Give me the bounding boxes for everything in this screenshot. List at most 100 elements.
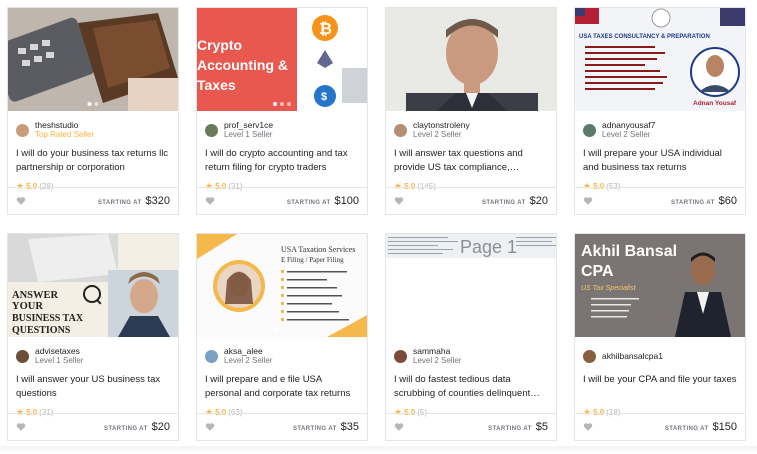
card-footer: STARTING AT $35 <box>197 413 367 440</box>
gig-card[interactable]: claytonstroleny Level 2 Seller I will an… <box>385 7 557 215</box>
heart-icon[interactable] <box>205 422 215 432</box>
seller-name[interactable]: theshstudio <box>35 120 94 130</box>
heart-icon[interactable] <box>394 422 404 432</box>
thumb-text: Akhil Bansal <box>581 243 677 260</box>
seller-name[interactable]: aksa_alee <box>224 346 272 356</box>
gig-title[interactable]: I will answer your US business tax quest… <box>8 367 178 405</box>
card-footer: STARTING AT $60 <box>575 187 745 214</box>
crypto-accounting-image: Crypto Accounting & Taxes ₿ $ <box>197 8 367 111</box>
card-footer: STARTING AT $20 <box>8 413 178 440</box>
gig-card[interactable]: USA Taxation Services E Filing / Paper F… <box>196 233 368 441</box>
avatar[interactable] <box>583 349 596 363</box>
thumb-text: YOUR <box>12 301 43 312</box>
thumb-text: CPA <box>581 263 614 280</box>
cpa-portrait-image: Akhil Bansal CPA US Tax Specialist <box>575 234 745 337</box>
price: $60 <box>718 195 737 207</box>
seller-level: Top Rated Seller <box>35 130 95 139</box>
starting-at-label: STARTING AT <box>671 200 715 206</box>
portrait-image <box>386 8 556 111</box>
gig-title[interactable]: I will prepare your USA individual and b… <box>575 141 745 179</box>
card-footer: STARTING AT $320 <box>8 187 178 214</box>
seller-name[interactable]: claytonstroleny <box>413 120 470 130</box>
heart-icon[interactable] <box>583 196 593 206</box>
carousel-dots[interactable] <box>273 328 291 332</box>
seller-info: claytonstroleny Level 2 Seller <box>386 111 556 141</box>
wallet-calculator-image <box>8 8 178 111</box>
gig-thumbnail[interactable]: Page 1 <box>386 234 556 337</box>
seller-info: prof_serv1ce Level 1 Seller <box>197 111 367 141</box>
price: $20 <box>529 195 548 207</box>
thumb-text: Accounting & <box>197 57 288 73</box>
seller-level: Level 2 Seller <box>224 356 273 365</box>
starting-at-label: STARTING AT <box>97 200 142 206</box>
avatar[interactable] <box>205 349 218 363</box>
avatar[interactable] <box>394 123 407 137</box>
avatar[interactable] <box>394 349 407 363</box>
gig-card[interactable]: Akhil Bansal CPA US Tax Specialist akhil… <box>574 233 746 441</box>
svg-text:$: $ <box>321 91 327 103</box>
thumb-text: Taxes <box>197 77 236 93</box>
starting-at-label: STARTING AT <box>664 426 709 432</box>
seller-name[interactable]: prof_serv1ce <box>224 120 273 130</box>
seller-name[interactable]: advisetaxes <box>35 346 83 356</box>
price: $20 <box>151 421 170 433</box>
gig-card[interactable]: theshstudio Top Rated Seller I will do y… <box>7 7 179 215</box>
gig-card[interactable]: USA TAXES CONSULTANCY & PREPARATION Adna… <box>574 7 746 215</box>
carousel-dots[interactable] <box>87 102 99 106</box>
seller-name[interactable]: akhilbansalcpa1 <box>602 351 663 361</box>
heart-icon[interactable] <box>16 422 26 432</box>
gig-card[interactable]: Page 1 sammaha Level 2 Seller I will do … <box>385 233 557 441</box>
thumb-text: BUSINESS TAX <box>12 313 84 324</box>
gig-thumbnail[interactable]: USA TAXES CONSULTANCY & PREPARATION Adna… <box>575 8 745 111</box>
gig-thumbnail[interactable]: ANSWER YOUR BUSINESS TAX QUESTIONS <box>8 234 178 337</box>
heart-icon[interactable] <box>16 196 26 206</box>
carousel-dots[interactable] <box>273 102 291 106</box>
thumb-text: Adnan Yousaf <box>693 100 737 107</box>
avatar[interactable] <box>583 123 596 137</box>
starting-at-label: STARTING AT <box>293 426 337 432</box>
gig-title[interactable]: I will prepare and e file USA personal a… <box>197 367 367 405</box>
gig-title[interactable]: I will be your CPA and file your taxes <box>575 367 745 405</box>
gig-thumbnail[interactable]: Crypto Accounting & Taxes ₿ $ <box>197 8 367 111</box>
thumb-text: Page 1 <box>460 237 517 257</box>
usa-taxation-services-image: USA Taxation Services E Filing / Paper F… <box>197 234 367 337</box>
heart-icon[interactable] <box>583 422 593 432</box>
seller-level: Level 2 Seller <box>602 130 651 139</box>
avatar[interactable] <box>16 123 29 137</box>
thumb-text: US Tax Specialist <box>581 285 637 292</box>
gig-thumbnail[interactable] <box>386 8 556 111</box>
seller-name[interactable]: adnanyousaf7 <box>602 120 655 130</box>
card-footer: STARTING AT $20 <box>386 187 556 214</box>
gig-card[interactable]: Crypto Accounting & Taxes ₿ $ prof_serv1… <box>196 7 368 215</box>
avatar[interactable] <box>205 123 218 137</box>
gig-thumbnail[interactable]: USA Taxation Services E Filing / Paper F… <box>197 234 367 337</box>
gig-thumbnail[interactable]: Akhil Bansal CPA US Tax Specialist <box>575 234 745 337</box>
gig-card[interactable]: ANSWER YOUR BUSINESS TAX QUESTIONS advis… <box>7 233 179 441</box>
gig-title[interactable]: I will do fastest tedious data scrubbing… <box>386 367 556 405</box>
gig-grid: theshstudio Top Rated Seller I will do y… <box>7 7 746 441</box>
gig-thumbnail[interactable] <box>8 8 178 111</box>
thumb-text: ANSWER <box>12 290 59 301</box>
seller-level: Level 1 Seller <box>35 356 84 365</box>
gig-title[interactable]: I will do crypto accounting and tax retu… <box>197 141 367 179</box>
seller-level: Level 2 Seller <box>413 130 462 139</box>
seller-info: adnanyousaf7 Level 2 Seller <box>575 111 745 141</box>
business-tax-questions-image: ANSWER YOUR BUSINESS TAX QUESTIONS <box>8 234 178 337</box>
seller-level: Level 2 Seller <box>413 356 462 365</box>
avatar[interactable] <box>16 349 29 363</box>
heart-icon[interactable] <box>394 196 404 206</box>
gig-title[interactable]: I will answer tax questions and provide … <box>386 141 556 179</box>
seller-name[interactable]: sammaha <box>413 346 461 356</box>
gig-title[interactable]: I will do your business tax returns llc … <box>8 141 178 179</box>
price: $5 <box>535 421 548 433</box>
seller-info: sammaha Level 2 Seller <box>386 337 556 367</box>
seller-info: advisetaxes Level 1 Seller <box>8 337 178 367</box>
price: $320 <box>145 195 170 207</box>
seller-info: akhilbansalcpa1 <box>575 337 745 367</box>
bottom-shadow <box>0 446 757 454</box>
price: $100 <box>334 195 359 207</box>
heart-icon[interactable] <box>205 196 215 206</box>
thumb-text: USA TAXES CONSULTANCY & PREPARATION <box>579 34 710 40</box>
starting-at-label: STARTING AT <box>286 200 331 206</box>
card-footer: STARTING AT $5 <box>386 413 556 440</box>
